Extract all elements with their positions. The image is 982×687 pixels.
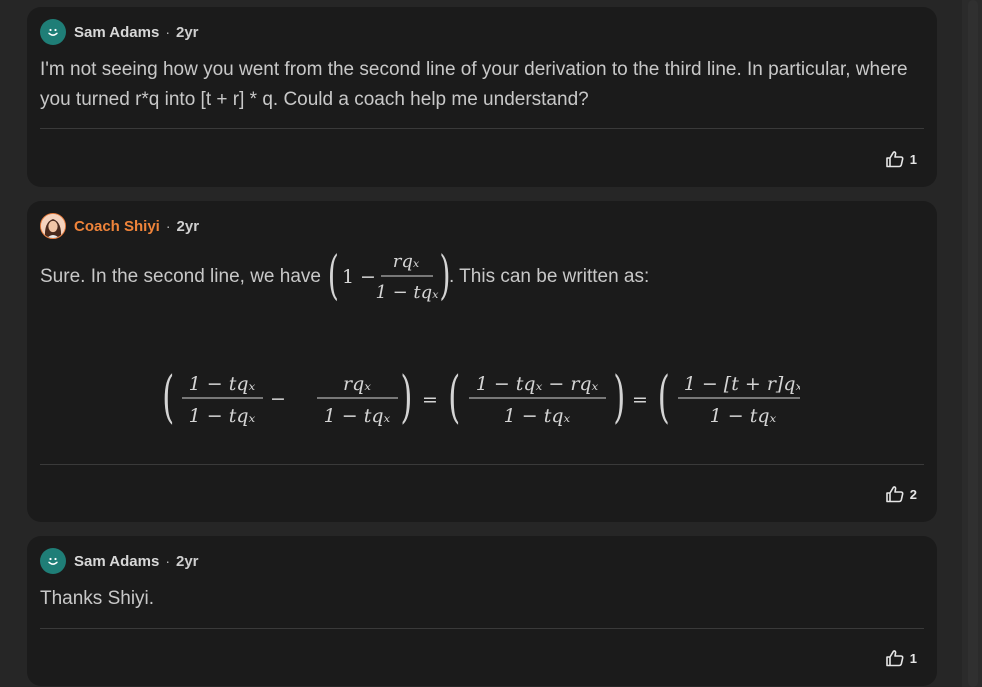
svg-text:(: ( xyxy=(448,364,460,430)
comment-text: Thanks Shiyi. xyxy=(40,588,155,609)
comment-header: Coach Shiyi · 2yr xyxy=(40,213,199,239)
separator-dot: · xyxy=(165,553,170,569)
display-math-equation: ( 1 − tqₓ 1 − tqₓ − rqₓ 1 − tqₓ ) = ( 1 … xyxy=(162,364,800,430)
math-numerator: 1 − tqₓ − rqₓ xyxy=(476,373,599,395)
comment-text: I'm not seeing how you went from the sec… xyxy=(40,59,908,110)
comment-time: 2yr xyxy=(176,217,200,235)
svg-text:(: ( xyxy=(162,364,174,430)
separator-dot: · xyxy=(165,218,171,234)
svg-text:): ) xyxy=(400,364,412,430)
svg-text:=: = xyxy=(422,389,438,411)
math-minus: − xyxy=(360,266,376,288)
comment-time: 2yr xyxy=(175,552,199,570)
comment-divider xyxy=(40,628,924,629)
smiley-icon[interactable] xyxy=(40,19,66,45)
like-count: 2 xyxy=(909,486,917,502)
math-left-paren: ( xyxy=(328,247,339,305)
math-denominator: 1 − tqₓ xyxy=(189,405,256,427)
thumbs-up-icon xyxy=(885,486,904,503)
comment-text-before: Sure. In the second line, we have xyxy=(40,266,321,287)
author-name[interactable]: Sam Adams xyxy=(74,24,159,41)
like-button[interactable]: 1 xyxy=(885,150,917,168)
svg-text:(: ( xyxy=(658,364,670,430)
comment-thread: Sam Adams · 2yr I'm not seeing how you w… xyxy=(0,0,982,687)
like-count: 1 xyxy=(909,650,917,666)
comment-card: Coach Shiyi · 2yr Sure. In the second li… xyxy=(27,201,937,522)
math-denominator: 1 − tqₓ xyxy=(375,282,439,303)
comment-card: Sam Adams · 2yr I'm not seeing how you w… xyxy=(27,7,937,187)
comment-header: Sam Adams · 2yr xyxy=(40,548,199,574)
separator-dot: · xyxy=(165,24,170,40)
comment-text: Sure. In the second line, we have ( 1 − … xyxy=(40,247,650,305)
comment-time: 2yr xyxy=(175,23,199,41)
like-button[interactable]: 1 xyxy=(885,649,917,667)
author-name[interactable]: Coach Shiyi xyxy=(74,218,160,235)
math-denominator: 1 − tqₓ xyxy=(504,405,571,427)
coach-portrait-icon[interactable] xyxy=(40,213,66,239)
smiley-icon[interactable] xyxy=(40,548,66,574)
comment-divider xyxy=(40,464,924,465)
like-button[interactable]: 2 xyxy=(885,485,917,503)
scrollbar[interactable] xyxy=(962,0,982,687)
math-numerator: rqₓ xyxy=(343,373,371,395)
math-denominator: 1 − tqₓ xyxy=(324,405,391,427)
svg-text:): ) xyxy=(613,364,625,430)
comment-divider xyxy=(40,128,924,129)
author-name[interactable]: Sam Adams xyxy=(74,553,159,570)
thumbs-up-icon xyxy=(885,650,904,667)
comment-card: Sam Adams · 2yr Thanks Shiyi. 1 xyxy=(27,536,937,686)
math-denominator: 1 − tqₓ xyxy=(710,405,777,427)
math-numerator: 1 − [t + r]qₓ xyxy=(684,373,800,395)
svg-text:−: − xyxy=(270,388,286,410)
math-numerator: 1 − tqₓ xyxy=(189,373,256,395)
math-numerator: rqₓ xyxy=(393,251,420,272)
svg-text:=: = xyxy=(632,389,648,411)
scrollbar-thumb[interactable] xyxy=(968,0,978,687)
like-count: 1 xyxy=(909,151,917,167)
math-one: 1 xyxy=(342,266,354,288)
comment-header: Sam Adams · 2yr xyxy=(40,19,199,45)
thumbs-up-icon xyxy=(885,151,904,168)
comment-text-after: . This can be written as: xyxy=(448,266,650,287)
